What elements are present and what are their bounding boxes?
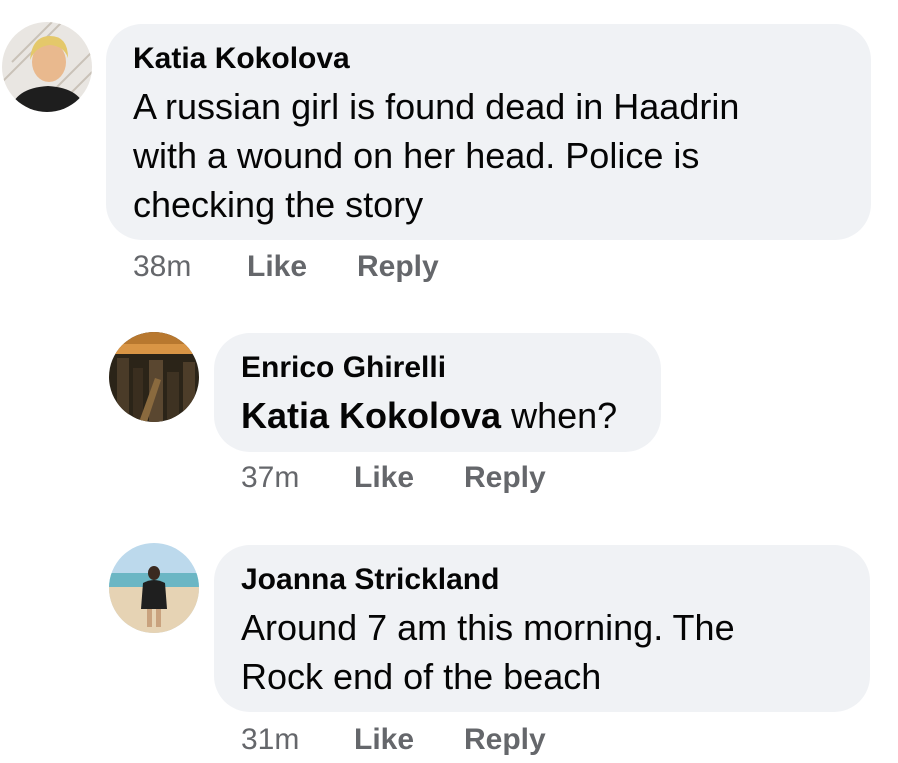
comment-text-line: with a wound on her head. Police is (133, 135, 700, 176)
comment-bubble: Enrico Ghirelli Katia Kokolova when? (214, 333, 661, 452)
avatar-enrico[interactable] (109, 332, 199, 422)
comment-timestamp[interactable]: 37m (241, 461, 299, 495)
comment-timestamp[interactable]: 31m (241, 723, 299, 757)
like-button[interactable]: Like (354, 723, 414, 757)
comment-author[interactable]: Joanna Strickland (241, 563, 499, 597)
avatar-katia[interactable] (2, 22, 92, 112)
mention-link[interactable]: Katia Kokolova (241, 395, 501, 436)
comment-bubble: Joanna Strickland Around 7 am this morni… (214, 545, 870, 712)
comment-text-line: Around 7 am this morning. The (241, 607, 735, 648)
comment-text: Katia Kokolova when? (241, 391, 617, 440)
comment-author[interactable]: Katia Kokolova (133, 42, 350, 76)
reply-button[interactable]: Reply (464, 461, 546, 495)
comment-text-line: Rock end of the beach (241, 656, 602, 697)
comment-author[interactable]: Enrico Ghirelli (241, 351, 446, 385)
avatar-joanna[interactable] (109, 543, 199, 633)
reply-button[interactable]: Reply (357, 250, 439, 284)
comment-timestamp[interactable]: 38m (133, 250, 191, 284)
comment-bubble: Katia Kokolova A russian girl is found d… (106, 24, 871, 240)
comment-text: A russian girl is found dead in Haadrin … (133, 82, 739, 229)
comment-text-rest: when? (501, 395, 618, 436)
reply-button[interactable]: Reply (464, 723, 546, 757)
comment-text-line: checking the story (133, 184, 424, 225)
comment-text: Around 7 am this morning. The Rock end o… (241, 603, 735, 701)
comment-text-line: A russian girl is found dead in Haadrin (133, 86, 740, 127)
like-button[interactable]: Like (354, 461, 414, 495)
like-button[interactable]: Like (247, 250, 307, 284)
